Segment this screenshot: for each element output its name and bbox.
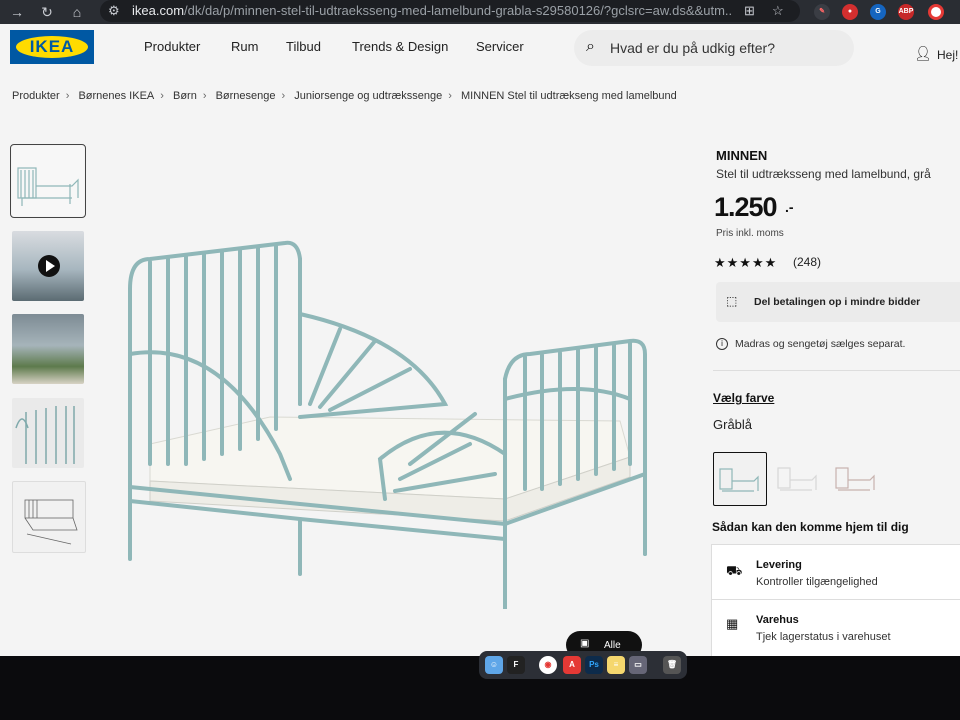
delivery-title: Levering: [756, 559, 802, 571]
price-suffix: .-: [785, 199, 794, 215]
acrobat-icon[interactable]: A: [563, 656, 581, 674]
store-title: Varehus: [756, 614, 799, 626]
thumbnail-3[interactable]: [12, 314, 84, 384]
play-icon[interactable]: [38, 255, 60, 277]
finder-icon[interactable]: ☺: [485, 656, 503, 674]
product-name: MINNEN: [716, 148, 768, 163]
selected-color-name: Gråblå: [713, 417, 753, 432]
delivery-option-card[interactable]: ⛟ Levering Kontroller tilgængelighed: [711, 544, 960, 600]
nav-tilbud[interactable]: Tilbud: [286, 39, 321, 54]
delivery-subtitle: Kontroller tilgængelighed: [756, 576, 878, 588]
price-note: Pris inkl. moms: [716, 228, 784, 239]
search-placeholder: Hvad er du på udkig efter?: [610, 40, 775, 56]
figma-icon[interactable]: F: [507, 656, 525, 674]
search-input[interactable]: ⌕ Hvad er du på udkig efter?: [574, 30, 854, 66]
breadcrumb-item[interactable]: Juniorsenge og udtrækssenge: [294, 90, 442, 102]
nav-servicer[interactable]: Servicer: [476, 39, 524, 54]
notes-icon[interactable]: ≡: [607, 656, 625, 674]
breadcrumb-item[interactable]: Produkter: [12, 90, 60, 102]
store-option-card[interactable]: ▦ Varehus Tjek lagerstatus i varehuset: [711, 599, 960, 656]
search-icon: ⌕: [586, 38, 595, 55]
breadcrumb-item[interactable]: Børnesenge: [216, 90, 276, 102]
color-swatch-pink[interactable]: [830, 452, 882, 504]
forward-icon[interactable]: →: [8, 3, 26, 21]
store-subtitle: Tjek lagerstatus i varehuset: [756, 631, 891, 643]
divider: [713, 370, 960, 371]
chrome-extension-icon[interactable]: [928, 4, 944, 20]
breadcrumb: Produkter › Børnenes IKEA › Børn › Børnesen…: [12, 90, 677, 102]
address-bar[interactable]: ⚙ ikea.com/dk/da/p/minnen-stel-til-udtra…: [100, 0, 800, 22]
reload-icon[interactable]: ↻: [38, 3, 56, 21]
store-icon: ▦: [726, 616, 739, 631]
nav-trends-design[interactable]: Trends & Design: [352, 39, 448, 54]
info-note: Madras og sengetøj sælges separat.: [735, 338, 906, 350]
product-description: Stel til udtræksseng med lamelbund, grå: [716, 167, 931, 181]
chrome-icon[interactable]: ◉: [539, 656, 557, 674]
breadcrumb-item-current: MINNEN Stel til udtrækseng med lamelbund: [460, 90, 677, 102]
bookmark-star-icon[interactable]: ☆: [772, 3, 784, 19]
site-settings-icon[interactable]: ⚙: [108, 3, 120, 19]
rating-stars[interactable]: ★★★★★: [714, 255, 777, 271]
thumbnail-5[interactable]: [12, 481, 86, 553]
user-icon[interactable]: 👤︎: [914, 45, 932, 62]
nav-rum[interactable]: Rum: [231, 39, 258, 54]
adblock-extension-icon[interactable]: ABP: [898, 4, 914, 20]
dock: ☺ F ◉ A Ps ≡ ▭ 🗑︎: [479, 651, 687, 679]
breadcrumb-item[interactable]: Børn: [173, 90, 197, 102]
product-price: 1.250: [714, 192, 778, 222]
pen-extension-icon[interactable]: ✎: [814, 4, 830, 20]
thumbnail-4[interactable]: [12, 398, 84, 468]
split-payment-icon: ⬚: [726, 294, 738, 308]
product-image: [128, 240, 647, 609]
user-greeting[interactable]: Hej!: [937, 48, 958, 62]
preview-icon[interactable]: ▭: [629, 656, 647, 674]
image-gallery-icon: ▣: [580, 638, 590, 649]
thumbnail-video[interactable]: [12, 231, 84, 301]
trash-icon[interactable]: 🗑︎: [663, 656, 681, 674]
color-swatch-grey-blue[interactable]: [713, 452, 767, 506]
review-count[interactable]: (248): [793, 255, 821, 269]
url-text[interactable]: ikea.com/dk/da/p/minnen-stel-til-udtraek…: [132, 3, 732, 18]
ikea-logo[interactable]: IKEA: [10, 30, 94, 64]
all-images-label: Alle: [604, 640, 621, 651]
info-icon: i: [716, 338, 728, 350]
thumbnail-1[interactable]: [10, 144, 86, 218]
payment-label: Del betalingen op i mindre bidder: [754, 296, 921, 308]
url-host: ikea.com: [132, 3, 185, 18]
browser-toolbar: → ↻ ⌂ ⚙ ikea.com/dk/da/p/minnen-stel-til…: [0, 0, 960, 24]
choose-color-link[interactable]: Vælg farve: [713, 391, 774, 405]
url-path: /dk/da/p/minnen-stel-til-udtraeksseng-me…: [184, 3, 732, 18]
nav-produkter[interactable]: Produkter: [144, 39, 200, 54]
translate-icon[interactable]: ⊞: [744, 3, 755, 19]
color-swatch-white[interactable]: [772, 452, 824, 504]
shield-extension-icon[interactable]: ●: [842, 4, 858, 20]
home-icon[interactable]: ⌂: [68, 3, 86, 21]
delivery-heading: Sådan kan den komme hjem til dig: [712, 520, 909, 534]
breadcrumb-item[interactable]: Børnenes IKEA: [78, 90, 154, 102]
truck-icon: ⛟: [726, 563, 743, 578]
photoshop-icon[interactable]: Ps: [585, 656, 603, 674]
bed-illustration: [128, 240, 647, 609]
ikea-product-page: IKEA Produkter Rum Tilbud Trends & Desig…: [0, 24, 960, 656]
payment-banner[interactable]: ⬚ Del betalingen op i mindre bidder: [716, 282, 960, 322]
translate-extension-icon[interactable]: G: [870, 4, 886, 20]
